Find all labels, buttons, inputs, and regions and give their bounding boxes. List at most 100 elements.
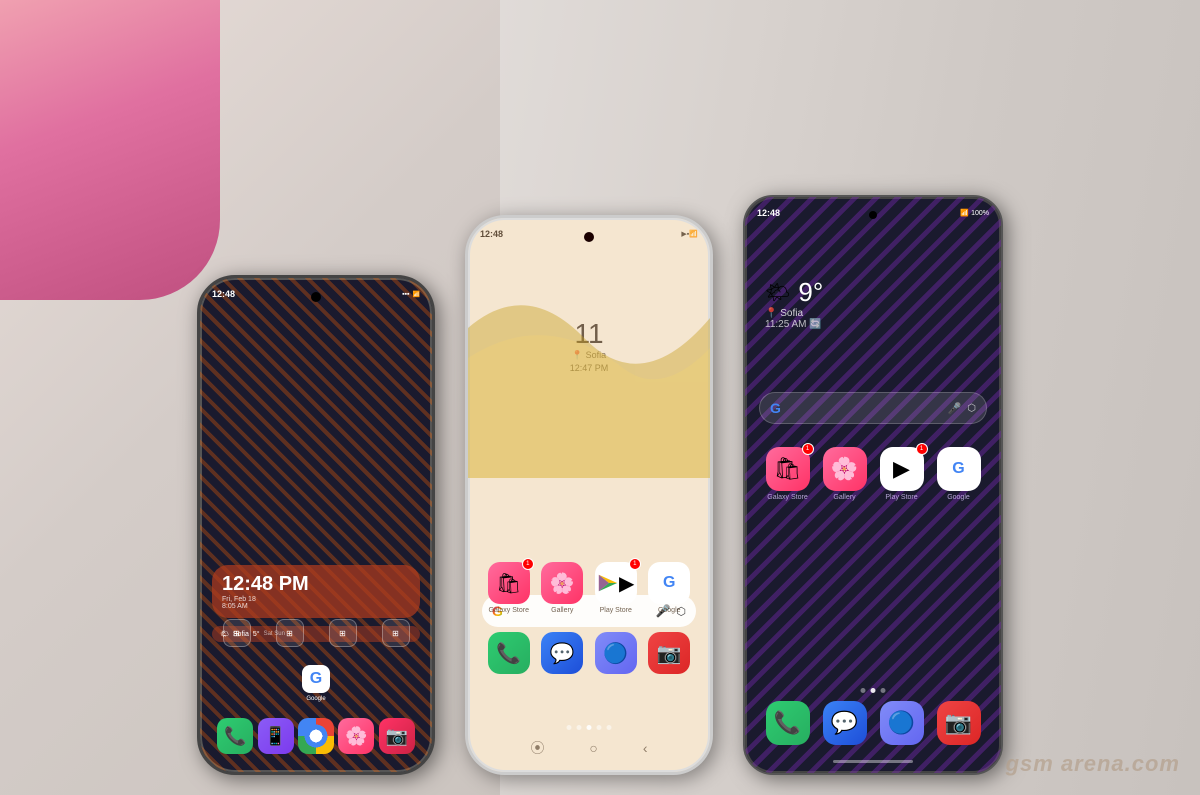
app-row-2a: 🛍 1 Galaxy Store 🌸 Gallery [482, 562, 696, 614]
google-icon-3[interactable]: G [937, 447, 981, 491]
vol-down-1 [197, 373, 199, 408]
phone-icon-1[interactable]: 📞 [217, 718, 253, 754]
chrome-wrap-1 [298, 718, 334, 754]
lens-icon-3[interactable]: ⬡ [967, 403, 976, 414]
gallery-wrap-3: 🌸 Gallery [823, 447, 867, 501]
app-grid-2: 🛍 1 Galaxy Store 🌸 Gallery [482, 562, 696, 692]
p3-dot-1 [861, 688, 866, 693]
icon-row-1a: ⊞ ⊞ ⊞ ⊞ [210, 619, 422, 647]
play-store-icon-2[interactable]: ▶ 1 [595, 562, 637, 604]
app-row-3a: 🛍 1 Galaxy Store 🌸 Gallery [759, 447, 987, 501]
camera-icon-1[interactable]: 📷 [379, 718, 415, 754]
dock-bixby-3[interactable]: 🔵 [880, 701, 924, 745]
recent-btn-2[interactable]: ‹ [643, 740, 648, 756]
nav-dot-3-active [587, 725, 592, 730]
gallery-label-3: Gallery [833, 494, 855, 501]
messages-icon-2[interactable]: 💬 [541, 632, 583, 674]
bixby-icon-1[interactable]: 🌸 [338, 718, 374, 754]
big-time-1: 12:48 PM [222, 573, 410, 596]
nav-bar-2: ⦿ ○ ‹ [468, 734, 710, 762]
vol-up-2 [465, 293, 467, 315]
nav-dot-4 [597, 725, 602, 730]
google-label-2: Google [658, 607, 681, 614]
galaxy-store-wrap-3: 🛍 1 Galaxy Store [766, 447, 810, 501]
chrome-icon-1[interactable] [298, 718, 334, 754]
google-icon-1[interactable]: G [302, 665, 330, 693]
app-row-2b: 📞 💬 🔵 📷 [482, 632, 696, 674]
p3-city: 📍 Sofia [765, 308, 823, 319]
grid-icon-2[interactable]: ⊞ [276, 619, 304, 647]
status-time-2: 12:48 [480, 229, 503, 239]
camera-icon-2[interactable]: 📷 [648, 632, 690, 674]
galaxy-store-icon-3[interactable]: 🛍 1 [766, 447, 810, 491]
phone-icon-2[interactable]: 📞 [488, 632, 530, 674]
dock-icons-1: 📞 📱 🌸 📷 [200, 718, 432, 754]
dock-camera-3[interactable]: 📷 [937, 701, 981, 745]
play-store-label-3: Play Store [885, 494, 917, 501]
back-btn-2[interactable]: ⦿ [530, 738, 544, 758]
grid-icon-4[interactable]: ⊞ [382, 619, 410, 647]
google-label-3: Google [947, 494, 970, 501]
power-button-3 [1002, 297, 1003, 332]
play-store-wrap-2: ▶ 1 Play Store [595, 562, 637, 614]
google-icon-wrap-1: G Google [302, 665, 330, 702]
bixby-icon-2[interactable]: 🔵 [595, 632, 637, 674]
phone-app-wrap-1: 📞 [217, 718, 253, 754]
vol-down-2 [465, 321, 467, 359]
watermark: gsm arena.com [1006, 751, 1180, 777]
phones-container: 12:48 ▪▪▪ 📶 12:48 PM Fri, Feb 18 8:05 AM… [0, 0, 1200, 795]
vol-down-3 [743, 309, 744, 347]
status-icons-2: ▶▪📶 [681, 230, 698, 238]
gallery-icon-3[interactable]: 🌸 [823, 447, 867, 491]
p3-time: 11:25 AM 🔄 [765, 319, 823, 330]
google-wrap-3: G Google [937, 447, 981, 501]
dock-3: 📞 💬 🔵 📷 [759, 701, 987, 745]
phone-3: 12:48 📶 100% 🌤 9° 📍 Sofia 11:25 AM 🔄 [743, 195, 1003, 775]
weather-widget-3: 🌤 9° 📍 Sofia 11:25 AM 🔄 [765, 277, 823, 330]
bixby-wrap-2: 🔵 [595, 632, 637, 674]
nav-dot-2 [577, 725, 582, 730]
phone-wrap-2: 📞 [488, 632, 530, 674]
grid-icon-3[interactable]: ⊞ [329, 619, 357, 647]
google-wrap-2: G Google [648, 562, 690, 614]
viber-wrap-1: 📱 [258, 718, 294, 754]
play-store-svg-2 [597, 572, 619, 594]
vol-up-3 [743, 282, 744, 304]
play-store-badge-3: 1 [916, 443, 928, 455]
wave-bg [468, 278, 710, 478]
google-g-icon-3: G [770, 400, 781, 416]
status-bar-2: 12:48 ▶▪📶 [468, 218, 710, 246]
grid-icon-1[interactable]: ⊞ [223, 619, 251, 647]
status-icons-1: ▪▪▪ 📶 [402, 291, 420, 298]
play-store-icon-3[interactable]: ▶ 1 [880, 447, 924, 491]
status-time-1: 12:48 [212, 289, 235, 299]
status-time-3: 12:48 [757, 208, 780, 218]
mic-icon-3[interactable]: 🎤 [948, 402, 962, 415]
google-label-1: Google [306, 696, 325, 702]
nav-dots-3 [861, 688, 886, 693]
gallery-label-2: Gallery [551, 607, 573, 614]
p3-temp: 9° [798, 277, 823, 308]
galaxy-store-wrap-2: 🛍 1 Galaxy Store [488, 562, 530, 614]
search-bar-3[interactable]: G 🎤 ⬡ [759, 392, 987, 424]
dock-messages-3[interactable]: 💬 [823, 701, 867, 745]
alarm-text-1: 8:05 AM [222, 603, 410, 610]
home-btn-2[interactable]: ○ [589, 740, 597, 756]
phone-2: 12:48 ▶▪📶 11 📍 Sofia 12:47 PM [465, 215, 713, 775]
phone-1: 12:48 ▪▪▪ 📶 12:48 PM Fri, Feb 18 8:05 AM… [197, 275, 435, 775]
dock-phone-3[interactable]: 📞 [766, 701, 810, 745]
viber-icon-1[interactable]: 📱 [258, 718, 294, 754]
icon-grid-1: ⊞ ⊞ ⊞ ⊞ [210, 619, 422, 702]
google-icon-2[interactable]: G [648, 562, 690, 604]
time-widget-1: 12:48 PM Fri, Feb 18 8:05 AM [212, 565, 420, 618]
vol-up-1 [197, 348, 199, 368]
status-bar-1: 12:48 ▪▪▪ 📶 [200, 278, 432, 306]
galaxy-store-badge-2: 1 [522, 558, 534, 570]
play-store-label-2: Play Store [600, 607, 632, 614]
power-button-2 [711, 308, 713, 340]
galaxy-store-icon-2[interactable]: 🛍 1 [488, 562, 530, 604]
nav-dot-5 [607, 725, 612, 730]
gallery-icon-2[interactable]: 🌸 [541, 562, 583, 604]
status-icons-3: 📶 100% [960, 209, 989, 217]
gallery-wrap-2: 🌸 Gallery [541, 562, 583, 614]
